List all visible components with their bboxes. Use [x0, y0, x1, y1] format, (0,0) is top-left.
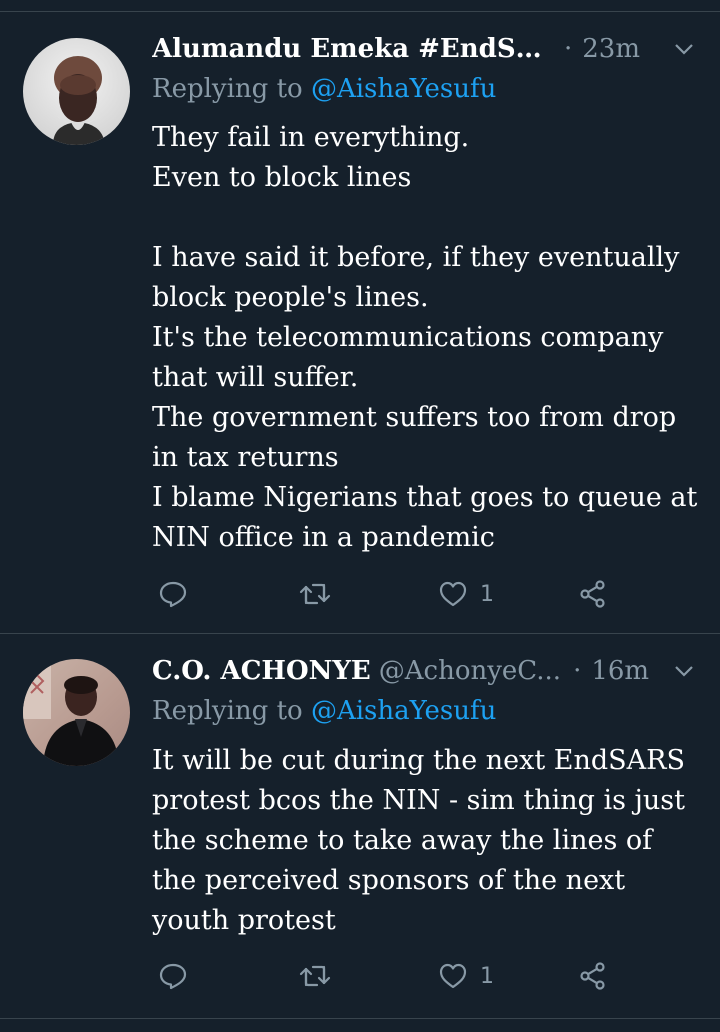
like-icon — [439, 963, 467, 989]
tweet[interactable]: Alumandu Emeka #EndSA... · 23m Replying … — [0, 12, 720, 633]
like-button[interactable]: 1 — [438, 956, 494, 996]
author-name[interactable]: C.O. ACHONYE — [152, 656, 371, 686]
like-count: 1 — [480, 963, 494, 989]
replying-to: Replying to @AishaYesufu — [152, 696, 496, 726]
mention-link[interactable]: @AishaYesufu — [311, 696, 496, 726]
tweet-text: They fail in everything. Even to block l… — [152, 122, 698, 553]
replying-to: Replying to @AishaYesufu — [152, 74, 496, 104]
tweet-header: Alumandu Emeka #EndSA... · 23m — [152, 32, 696, 66]
tweet[interactable]: C.O. ACHONYE @AchonyeC... · 16m Replying… — [0, 634, 720, 1018]
like-count: 1 — [480, 581, 494, 607]
retweet-button[interactable] — [298, 956, 332, 996]
retweet-icon — [299, 583, 331, 605]
share-icon — [580, 580, 605, 608]
like-icon — [439, 581, 467, 607]
tweet-actions: 1 — [152, 956, 632, 996]
share-icon — [580, 962, 605, 990]
timestamp[interactable]: 23m — [582, 34, 640, 64]
replying-to-label: Replying to — [152, 74, 303, 104]
tweet-actions: 1 — [152, 574, 632, 614]
mention-link[interactable]: @AishaYesufu — [311, 74, 496, 104]
reply-icon — [159, 581, 187, 608]
share-button[interactable] — [578, 574, 608, 614]
chevron-down-icon[interactable] — [672, 659, 696, 683]
reply-button[interactable] — [158, 574, 188, 614]
timestamp[interactable]: 16m — [591, 656, 649, 686]
avatar[interactable] — [23, 659, 130, 766]
reply-button[interactable] — [158, 956, 188, 996]
replying-to-label: Replying to — [152, 696, 303, 726]
chevron-down-icon[interactable] — [672, 37, 696, 61]
tweet-header: C.O. ACHONYE @AchonyeC... · 16m — [152, 654, 696, 688]
separator-dot: · — [564, 34, 573, 64]
like-button[interactable]: 1 — [438, 574, 494, 614]
avatar[interactable] — [23, 38, 130, 145]
separator-dot: · — [573, 656, 582, 686]
tweet-text: It will be cut during the next EndSARS p… — [152, 745, 694, 936]
author-name[interactable]: Alumandu Emeka #EndSA... — [152, 34, 552, 64]
reply-icon — [159, 963, 187, 990]
share-button[interactable] — [578, 956, 608, 996]
author-handle[interactable]: @AchonyeC... — [379, 656, 561, 686]
retweet-button[interactable] — [298, 574, 332, 614]
retweet-icon — [299, 965, 331, 987]
tweet-divider — [0, 1018, 720, 1019]
